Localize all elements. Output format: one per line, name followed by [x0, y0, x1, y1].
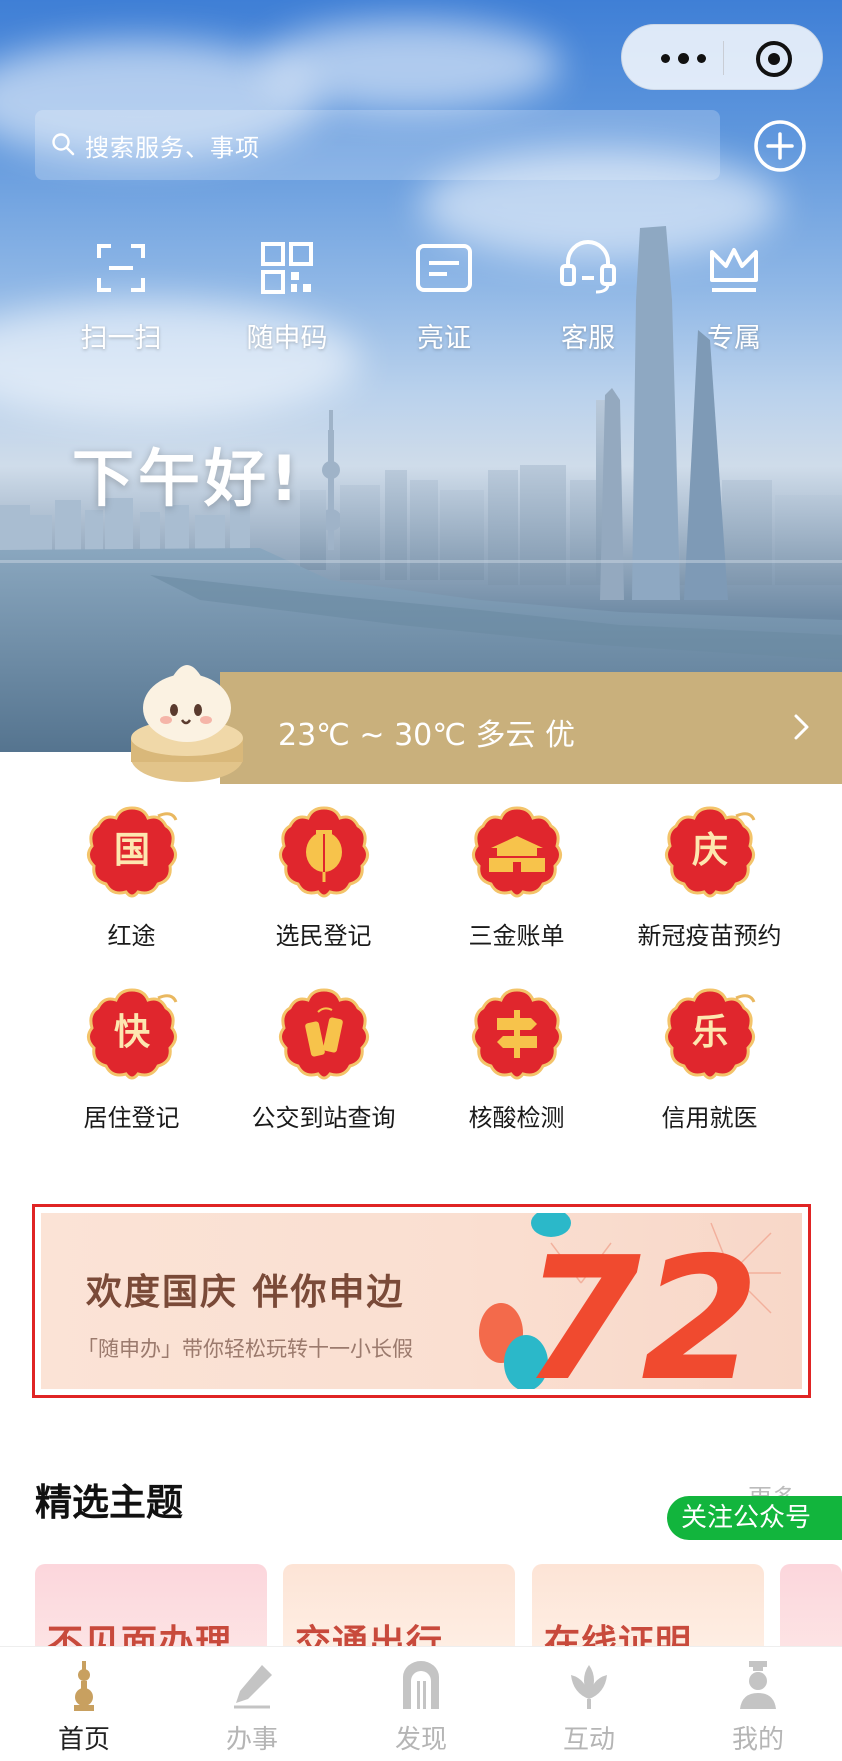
quick-scan[interactable]: 扫一扫: [61, 238, 181, 355]
service-nucleic-test[interactable]: 核酸检测: [420, 982, 613, 1133]
service-label: 新冠疫苗预约: [637, 922, 782, 950]
greeting-text: 下午好!: [72, 442, 303, 515]
person-icon: [740, 1661, 776, 1709]
quick-qrcode-label: 随申码: [246, 323, 328, 354]
app-page: 搜索服务、事项 扫一扫 随申码 亮证 客服 专属 下午好! 23℃ ~ 30℃ …: [0, 0, 842, 1761]
quick-exclusive-label: 专属: [707, 323, 761, 354]
quick-scan-label: 扫一扫: [80, 323, 162, 354]
service-label: 选民登记: [275, 922, 372, 950]
card-icon: [416, 244, 472, 292]
service-label: 三金账单: [468, 922, 565, 950]
quick-actions: 扫一扫 随申码 亮证 客服 专属: [0, 238, 842, 358]
banner-number-art: 72: [479, 1213, 781, 1389]
guo-badge-icon: 国: [86, 806, 177, 898]
arch-icon: [403, 1661, 439, 1709]
search-bar[interactable]: 搜索服务、事项: [35, 110, 720, 180]
weather-bar[interactable]: 23℃ ~ 30℃ 多云 优: [220, 672, 842, 784]
featured-card-title: 在线证明: [544, 1623, 693, 1646]
service-residence-registration[interactable]: 快 居住登记: [35, 982, 228, 1133]
bottom-tab-bar: 首页 办事 发现 互动 我的: [0, 1646, 842, 1761]
hero-banner: 搜索服务、事项 扫一扫 随申码 亮证 客服 专属 下午好!: [0, 0, 842, 752]
service-hongtu[interactable]: 国 红途: [35, 800, 228, 951]
close-miniprogram-icon[interactable]: [756, 41, 792, 77]
service-label: 核酸检测: [468, 1104, 565, 1132]
svg-text:快: 快: [113, 1011, 150, 1053]
service-covid-vaccine[interactable]: 庆 新冠疫苗预约: [613, 800, 806, 951]
quick-card[interactable]: 亮证: [384, 238, 504, 355]
promo-banner-frame: 欢度国庆 伴你申边 「随申办」带你轻松玩转十一小长假 72: [32, 1204, 811, 1398]
dumpling-mascot-icon: [131, 665, 243, 782]
tab-interact[interactable]: 互动: [529, 1659, 649, 1756]
tiananmen-badge-icon: [471, 806, 562, 898]
le-badge-icon: 乐: [664, 988, 755, 1080]
tab-discover[interactable]: 发现: [361, 1659, 481, 1756]
tab-services[interactable]: 办事: [192, 1659, 312, 1756]
service-label: 信用就医: [661, 1104, 758, 1132]
tab-label: 办事: [225, 1725, 278, 1755]
service-voter-registration[interactable]: 选民登记: [227, 800, 420, 951]
quick-service-label: 客服: [561, 323, 615, 354]
featured-card-title: 不见面办理: [47, 1623, 233, 1646]
quick-card-label: 亮证: [417, 323, 471, 354]
tab-label: 互动: [562, 1725, 615, 1755]
banner-subtitle: 「随申办」带你轻松玩转十一小长假: [77, 1337, 413, 1361]
capsule-divider: [723, 41, 724, 75]
miniprogram-capsule: [621, 24, 823, 90]
more-dots-icon[interactable]: [652, 45, 714, 71]
featured-card-online-certificate[interactable]: 在线证明: [532, 1564, 764, 1646]
quick-service[interactable]: 客服: [528, 238, 648, 355]
crown-icon: [710, 248, 758, 292]
pen-icon: [234, 1665, 272, 1709]
search-icon: [52, 133, 75, 156]
plus-circle-icon[interactable]: [752, 118, 808, 174]
featured-card-title: 交通出行: [295, 1623, 444, 1646]
chevron-right-icon: [794, 714, 809, 740]
service-label: 红途: [107, 922, 156, 950]
promo-banner[interactable]: 欢度国庆 伴你申边 「随申办」带你轻松玩转十一小长假 72: [41, 1213, 802, 1389]
featured-card-transport[interactable]: 交通出行: [283, 1564, 515, 1646]
firecracker-badge-icon: [278, 988, 369, 1080]
quick-exclusive[interactable]: 专属: [674, 238, 794, 355]
banner-number: 72: [523, 1221, 760, 1389]
tab-home[interactable]: 首页: [24, 1659, 144, 1756]
qing-badge-icon: 庆: [664, 806, 755, 898]
service-three-funds-bill[interactable]: 三金账单: [420, 800, 613, 951]
featured-cards: 不见面办理 交通出行 在线证明: [35, 1564, 842, 1646]
scan-icon: [97, 244, 145, 292]
service-credit-medical[interactable]: 乐 信用就医: [613, 982, 806, 1133]
quick-qrcode[interactable]: 随申码: [227, 238, 347, 355]
svg-text:乐: 乐: [691, 1011, 727, 1053]
featured-card-partial[interactable]: [780, 1564, 842, 1646]
tab-label: 发现: [394, 1725, 447, 1755]
tab-label: 首页: [57, 1725, 110, 1755]
headset-icon: [560, 240, 616, 294]
tab-mine[interactable]: 我的: [698, 1659, 818, 1756]
svg-text:国: 国: [113, 829, 149, 871]
follow-official-account-button[interactable]: 关注公众号: [667, 1496, 842, 1540]
svg-text:庆: 庆: [691, 829, 727, 871]
qrcode-icon: [261, 242, 313, 294]
weather-text: 23℃ ~ 30℃ 多云 优: [278, 718, 576, 753]
banner-title: 欢度国庆 伴你申边: [86, 1272, 405, 1313]
signpost-badge-icon: [471, 988, 562, 1080]
featured-title: 精选主题: [35, 1481, 183, 1524]
service-label: 公交到站查询: [251, 1104, 396, 1132]
search-placeholder: 搜索服务、事项: [85, 134, 260, 162]
featured-card-no-meeting[interactable]: 不见面办理: [35, 1564, 267, 1646]
lantern-badge-icon: [278, 806, 369, 898]
magnolia-icon: [571, 1665, 607, 1709]
kuai-badge-icon: 快: [86, 988, 177, 1080]
service-bus-arrival[interactable]: 公交到站查询: [227, 982, 420, 1133]
pagoda-icon: [74, 1661, 94, 1711]
service-label: 居住登记: [83, 1104, 180, 1132]
tab-label: 我的: [731, 1725, 784, 1755]
service-grid: 国 红途 选民登记 三金账单 庆 新冠疫苗预约 快 居住登记 公交到站查询 核酸…: [0, 800, 842, 1160]
